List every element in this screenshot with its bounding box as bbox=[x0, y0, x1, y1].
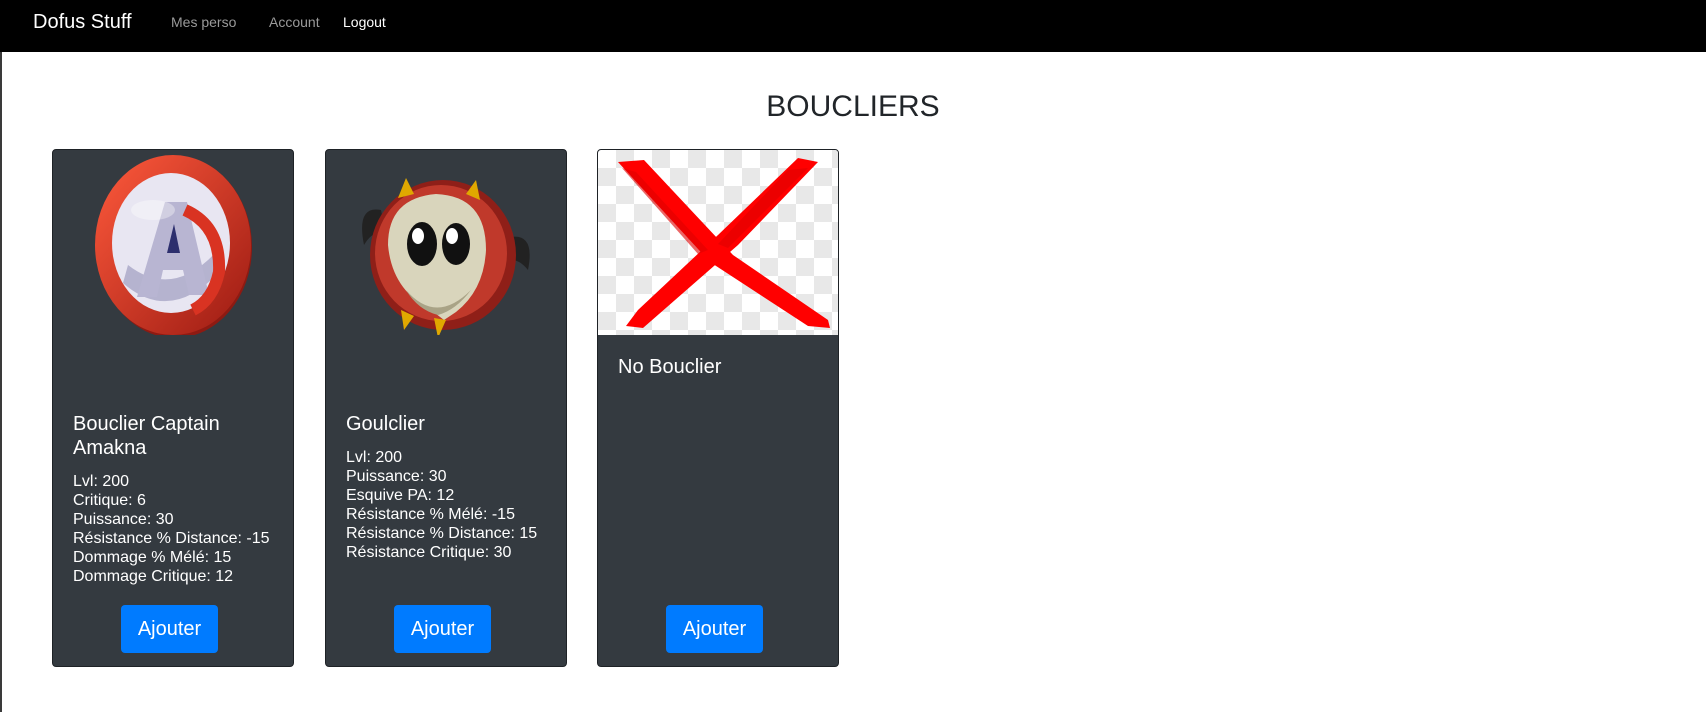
stat-line: Dommage % Mélé: 15 bbox=[73, 549, 232, 566]
red-cross-icon bbox=[598, 150, 838, 335]
nav-link-mes-perso[interactable]: Mes perso bbox=[171, 14, 236, 30]
stat-line: Puissance: 30 bbox=[73, 511, 174, 528]
stat-line: Résistance Critique: 30 bbox=[346, 544, 512, 561]
stat-line: Critique: 6 bbox=[73, 492, 146, 509]
card-stats: Lvl: 200 Puissance: 30 Esquive PA: 12 Ré… bbox=[346, 448, 561, 562]
item-card-goulclier: Goulclier Lvl: 200 Puissance: 30 Esquive… bbox=[325, 149, 567, 667]
card-title: Goulclier bbox=[346, 413, 425, 435]
stat-line: Lvl: 200 bbox=[346, 449, 403, 466]
stat-line: Puissance: 30 bbox=[346, 468, 447, 485]
navbar: Dofus Stuff Mes perso Account Logout bbox=[0, 0, 1706, 52]
item-card-captain-amakna: Bouclier Captain Amakna Lvl: 200 Critiqu… bbox=[52, 149, 294, 667]
card-title: No Bouclier bbox=[618, 356, 722, 378]
stat-line: Dommage Critique: 12 bbox=[73, 568, 234, 585]
add-button[interactable]: Ajouter bbox=[666, 605, 763, 653]
add-button[interactable]: Ajouter bbox=[394, 605, 491, 653]
page-title: BOUCLIERS bbox=[766, 90, 940, 123]
item-card-no-bouclier: No Bouclier Ajouter bbox=[597, 149, 839, 667]
card-stats: Lvl: 200 Critique: 6 Puissance: 30 Résis… bbox=[73, 472, 288, 586]
card-title: Bouclier Captain Amakna bbox=[73, 413, 220, 459]
nav-link-logout[interactable]: Logout bbox=[343, 14, 386, 30]
stat-line: Lvl: 200 bbox=[73, 473, 130, 490]
goulclier-shield-icon bbox=[326, 150, 566, 338]
stat-line: Résistance % Mélé: -15 bbox=[346, 506, 515, 523]
nav-link-account[interactable]: Account bbox=[269, 14, 320, 30]
stat-line: Esquive PA: 12 bbox=[346, 487, 455, 504]
stat-line: Résistance % Distance: -15 bbox=[73, 530, 270, 547]
captain-shield-icon bbox=[53, 150, 293, 338]
add-button[interactable]: Ajouter bbox=[121, 605, 218, 653]
brand-link[interactable]: Dofus Stuff bbox=[33, 10, 132, 34]
stat-line: Résistance % Distance: 15 bbox=[346, 525, 538, 542]
